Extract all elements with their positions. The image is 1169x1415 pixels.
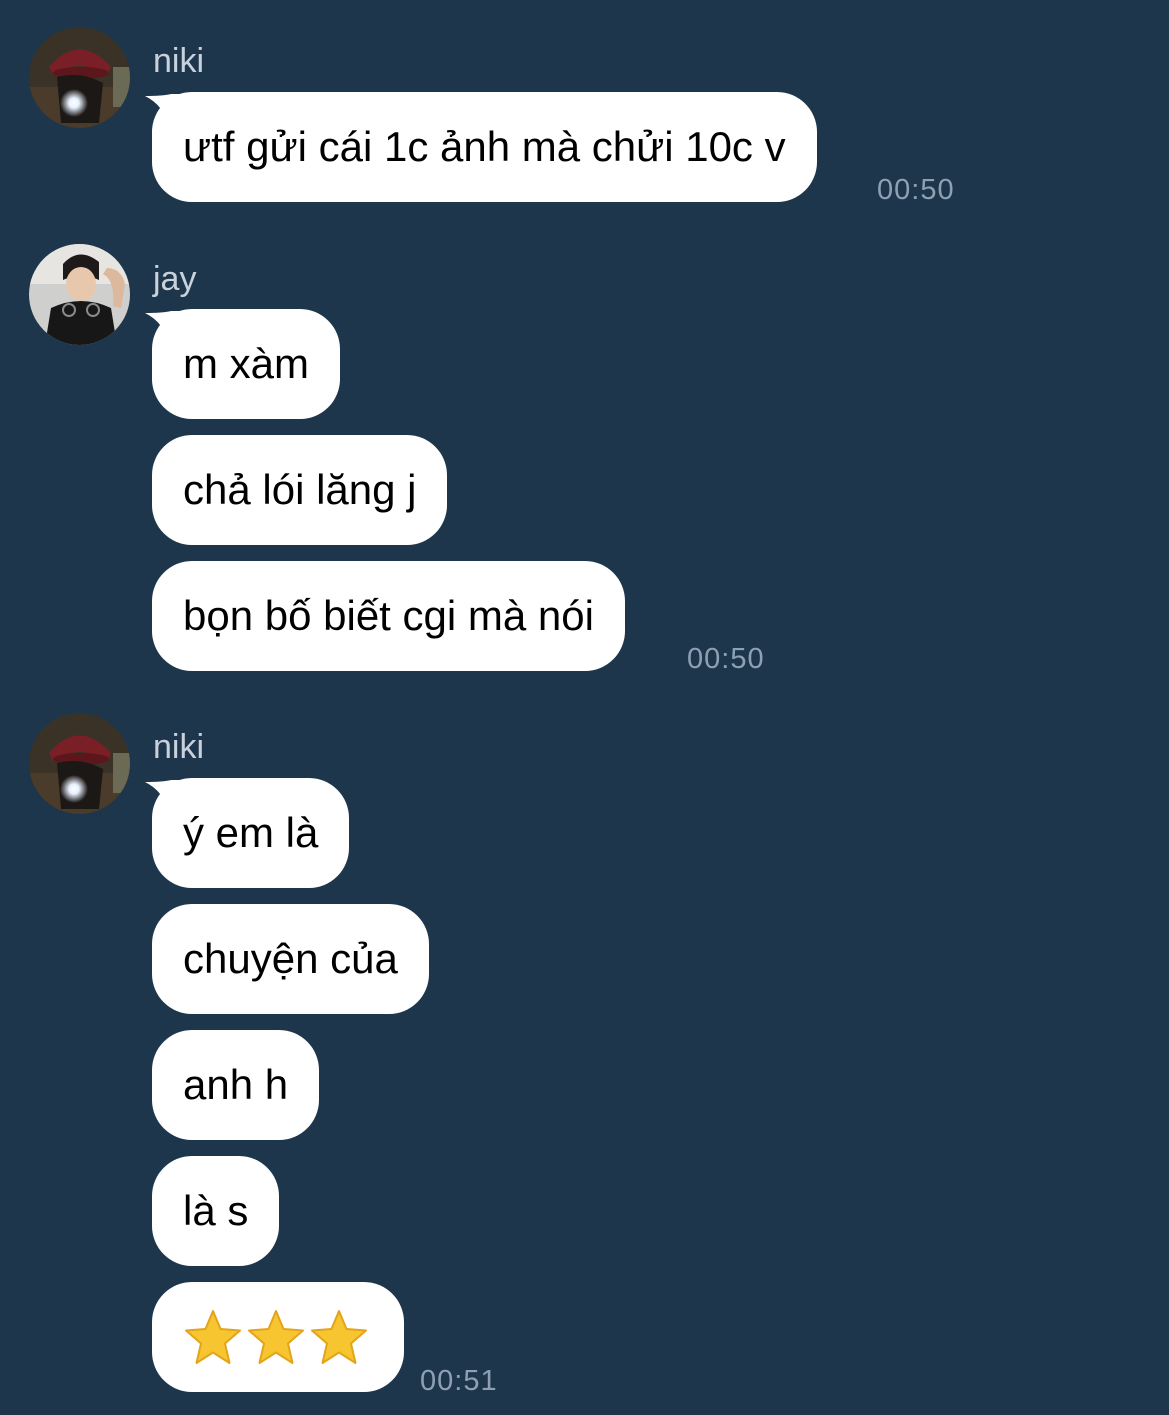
message-text: ưtf gửi cái 1c ảnh mà chửi 10c v [183,123,786,170]
niki-avatar[interactable] [29,713,130,814]
message-text: chuyện của [183,935,398,982]
star-emoji-icon [246,1308,306,1366]
message-bubble[interactable]: ưtf gửi cái 1c ảnh mà chửi 10c v [152,92,817,202]
message-bubble[interactable]: m xàm [152,309,340,419]
niki-avatar-photo-icon [29,27,130,128]
message-text: m xàm [183,340,309,387]
message-bubble[interactable]: ý em là [152,778,350,888]
message-timestamp: 00:51 [420,1365,498,1397]
message-bubble[interactable]: chả lói lăng j [152,435,448,545]
message-bubble[interactable]: chuyện của [152,904,429,1014]
sender-name: jay [153,260,197,298]
message-text: chả lói lăng j [183,466,417,513]
message-text: bọn bố biết cgi mà nói [183,592,594,639]
message-timestamp: 00:50 [877,174,955,206]
message-bubble[interactable]: bọn bố biết cgi mà nói [152,561,625,671]
emoji-message-bubble[interactable] [152,1282,404,1392]
message-text: anh h [183,1061,289,1108]
message-timestamp: 00:50 [687,643,765,675]
star-emoji-row [183,1308,372,1366]
star-emoji-icon [309,1308,369,1366]
message-bubble[interactable]: là s [152,1156,280,1266]
message-bubble[interactable]: anh h [152,1030,320,1140]
niki-avatar[interactable] [29,27,130,128]
sender-name: niki [153,42,205,80]
niki-avatar-photo-icon [29,713,130,814]
message-text: là s [183,1187,249,1234]
sender-name: niki [153,728,205,766]
message-text: ý em là [183,809,319,856]
star-emoji-icon [183,1308,243,1366]
jay-avatar-photo-icon [29,244,130,345]
jay-avatar[interactable] [29,244,130,345]
